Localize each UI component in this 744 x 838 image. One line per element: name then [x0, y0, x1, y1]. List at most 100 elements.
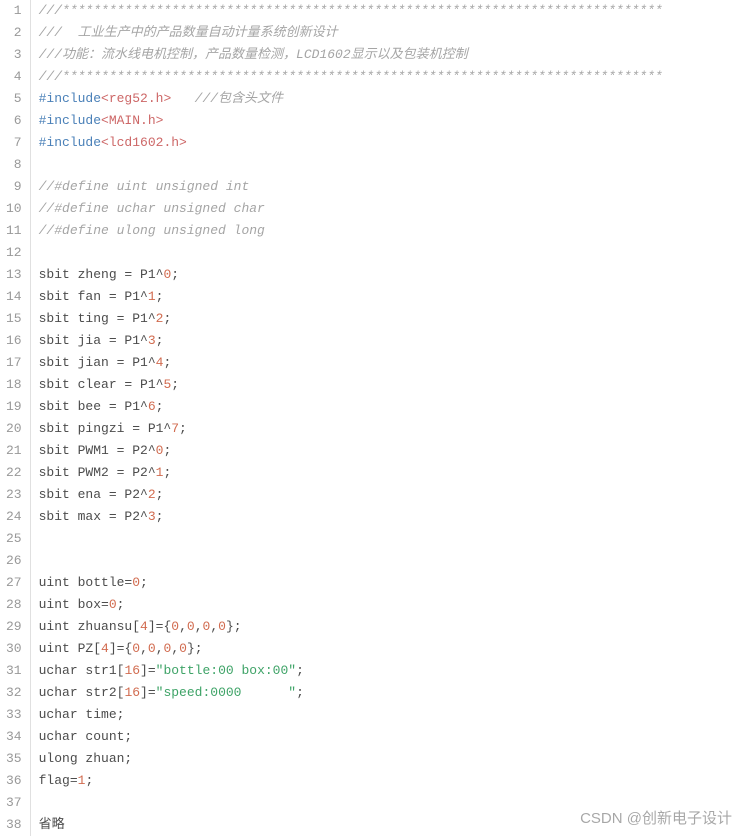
token: [171, 91, 194, 106]
token: uchar str1[: [39, 663, 125, 678]
token: ;: [163, 465, 171, 480]
token: 7: [171, 421, 179, 436]
token: #include: [39, 91, 101, 106]
token: sbit fan = P1^: [39, 289, 148, 304]
token: ///功能：流水线电机控制，产品数量检测，LCD1602显示以及包装机控制: [39, 47, 468, 62]
code-line: #include<lcd1602.h>: [39, 132, 744, 154]
code-line: //#define ulong unsigned long: [39, 220, 744, 242]
token: ,: [140, 641, 148, 656]
token: ,: [179, 619, 187, 634]
code-line: #include<MAIN.h>: [39, 110, 744, 132]
token: ;: [171, 377, 179, 392]
token: 4: [140, 619, 148, 634]
token: ;: [156, 399, 164, 414]
line-number: 16: [6, 330, 22, 352]
token: ;: [156, 487, 164, 502]
code-line: sbit pingzi = P1^7;: [39, 418, 744, 440]
token: uint box=: [39, 597, 109, 612]
code-line: sbit fan = P1^1;: [39, 286, 744, 308]
line-number: 12: [6, 242, 22, 264]
token: ,: [171, 641, 179, 656]
line-number: 38: [6, 814, 22, 836]
line-number: 25: [6, 528, 22, 550]
token: "speed:0000 ": [156, 685, 296, 700]
token: ;: [117, 597, 125, 612]
code-line: /// 工业生产中的产品数量自动计量系统创新设计: [39, 22, 744, 44]
token: ]={: [148, 619, 171, 634]
token: 3: [148, 509, 156, 524]
line-number: 15: [6, 308, 22, 330]
line-number: 17: [6, 352, 22, 374]
code-line: ///*************************************…: [39, 66, 744, 88]
line-number: 19: [6, 396, 22, 418]
token: //#define uint unsigned int: [39, 179, 250, 194]
line-number: 22: [6, 462, 22, 484]
code-line: [39, 792, 744, 814]
token: uchar count;: [39, 729, 133, 744]
token: ,: [195, 619, 203, 634]
token: 0: [132, 641, 140, 656]
token: ;: [156, 509, 164, 524]
code-line: ulong zhuan;: [39, 748, 744, 770]
token: sbit ena = P2^: [39, 487, 148, 502]
token: ///包含头文件: [195, 91, 283, 106]
line-number: 36: [6, 770, 22, 792]
token: sbit bee = P1^: [39, 399, 148, 414]
line-number: 37: [6, 792, 22, 814]
token: ;: [296, 685, 304, 700]
token: sbit max = P2^: [39, 509, 148, 524]
token: sbit clear = P1^: [39, 377, 164, 392]
line-number: 35: [6, 748, 22, 770]
line-number: 4: [6, 66, 22, 88]
token: 3: [148, 333, 156, 348]
token: 0: [187, 619, 195, 634]
token: 2: [148, 487, 156, 502]
token: uint zhuansu[: [39, 619, 140, 634]
token: ;: [171, 267, 179, 282]
code-line: sbit bee = P1^6;: [39, 396, 744, 418]
line-number: 14: [6, 286, 22, 308]
token: sbit PWM2 = P2^: [39, 465, 156, 480]
code-area: ///*************************************…: [31, 0, 744, 836]
code-line: [39, 154, 744, 176]
token: <MAIN.h>: [101, 113, 163, 128]
token: ;: [140, 575, 148, 590]
code-line: uchar str1[16]="bottle:00 box:00";: [39, 660, 744, 682]
code-line: [39, 550, 744, 572]
token: ulong zhuan;: [39, 751, 133, 766]
token: uint bottle=: [39, 575, 133, 590]
token: };: [187, 641, 203, 656]
line-number: 33: [6, 704, 22, 726]
token: "bottle:00 box:00": [156, 663, 296, 678]
token: ///*************************************…: [39, 69, 663, 84]
token: ;: [163, 443, 171, 458]
token: ///*************************************…: [39, 3, 663, 18]
code-line: uchar str2[16]="speed:0000 ";: [39, 682, 744, 704]
token: ;: [156, 289, 164, 304]
line-number: 3: [6, 44, 22, 66]
token: #include: [39, 113, 101, 128]
token: ,: [156, 641, 164, 656]
token: 1: [148, 289, 156, 304]
token: <reg52.h>: [101, 91, 171, 106]
token: };: [226, 619, 242, 634]
token: ;: [163, 311, 171, 326]
token: sbit jia = P1^: [39, 333, 148, 348]
line-number: 5: [6, 88, 22, 110]
token: ;: [179, 421, 187, 436]
token: 0: [171, 619, 179, 634]
code-line: sbit PWM2 = P2^1;: [39, 462, 744, 484]
code-line: sbit jia = P1^3;: [39, 330, 744, 352]
line-number: 9: [6, 176, 22, 198]
line-number: 29: [6, 616, 22, 638]
code-line: [39, 242, 744, 264]
line-number-gutter: 1234567891011121314151617181920212223242…: [0, 0, 31, 836]
token: //#define uchar unsigned char: [39, 201, 265, 216]
token: 0: [179, 641, 187, 656]
code-editor: 1234567891011121314151617181920212223242…: [0, 0, 744, 836]
token: 0: [148, 641, 156, 656]
token: uint PZ[: [39, 641, 101, 656]
code-line: flag=1;: [39, 770, 744, 792]
token: sbit jian = P1^: [39, 355, 156, 370]
line-number: 26: [6, 550, 22, 572]
